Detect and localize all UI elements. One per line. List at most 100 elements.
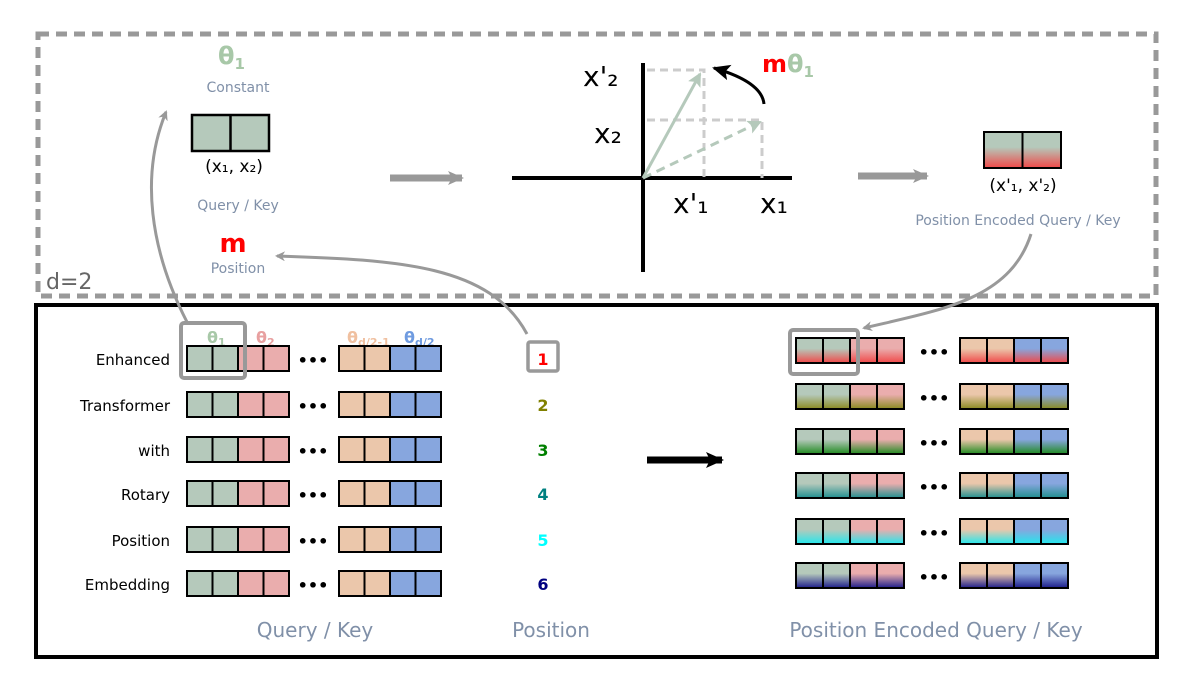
embedding-cell <box>959 383 988 410</box>
arrow-output-to-encoded <box>862 233 1033 332</box>
ellipsis: ••• <box>298 351 329 370</box>
embedding-cell <box>211 480 239 507</box>
embedding-cell <box>186 345 214 372</box>
embedding-cell <box>363 345 391 372</box>
embedding-cell <box>1021 131 1062 169</box>
embedding-cell <box>262 480 290 507</box>
embedding-cell <box>237 526 265 553</box>
position-number: 5 <box>537 531 548 550</box>
embedding-cell <box>822 562 851 589</box>
query-key-rows: Enhanced ••• Transformer ••• with ••• Rotary ••… <box>79 345 442 597</box>
embedding-cell <box>876 428 905 455</box>
embedding-cell <box>849 518 878 545</box>
input-query-key-vector <box>190 113 271 153</box>
encoded-cells-high <box>959 383 1069 410</box>
embedding-cell <box>211 570 239 597</box>
encoded-cells-low <box>795 518 905 545</box>
embedding-cell <box>1040 383 1069 410</box>
output-label: Position Encoded Query / Key <box>915 213 1120 229</box>
embedding-cell <box>983 131 1024 169</box>
embedding-cell <box>389 436 417 463</box>
query-key-label: Query / Key <box>197 198 279 214</box>
embedding-cell <box>1040 428 1069 455</box>
encoded-cells-low <box>795 472 905 499</box>
embedding-cell <box>186 526 214 553</box>
embedding-cell <box>795 518 824 545</box>
embedding-cell <box>986 428 1015 455</box>
m-theta-1-label: mθ1 <box>762 50 814 81</box>
token-word: Transformer <box>79 397 171 415</box>
position-number: 6 <box>537 575 548 594</box>
ellipsis: ••• <box>919 524 950 543</box>
ellipsis: ••• <box>919 389 950 408</box>
qk-cells-low <box>186 570 290 597</box>
token-row: Transformer ••• <box>79 391 442 418</box>
embedding-cell <box>211 391 239 418</box>
qk-cells-low <box>186 391 290 418</box>
embedding-cell <box>338 391 366 418</box>
embedding-cell <box>186 480 214 507</box>
embedding-cell <box>338 480 366 507</box>
embedding-cell <box>959 337 988 364</box>
embedding-cell <box>1013 518 1042 545</box>
embedding-cell <box>363 436 391 463</box>
embedding-cell <box>1040 518 1069 545</box>
rotated-vector <box>641 72 702 179</box>
query-key-caption: Query / Key <box>257 618 374 642</box>
embedding-cell <box>211 526 239 553</box>
embedding-cell <box>363 480 391 507</box>
embedding-cell <box>262 526 290 553</box>
embedding-cell <box>262 436 290 463</box>
dimension-label: d=2 <box>46 270 92 295</box>
embedding-cell <box>414 391 442 418</box>
position-number: 2 <box>537 396 548 415</box>
embedding-cell <box>822 428 851 455</box>
encoded-caption: Position Encoded Query / Key <box>789 618 1082 642</box>
encoded-row: ••• <box>795 518 1069 545</box>
embedding-cell <box>795 562 824 589</box>
embedding-cell <box>1013 428 1042 455</box>
embedding-cell <box>1013 337 1042 364</box>
ellipsis: ••• <box>919 478 950 497</box>
token-row: with ••• <box>138 436 442 463</box>
embedding-cell <box>389 480 417 507</box>
embedding-cell <box>822 337 851 364</box>
embedding-cell <box>1040 337 1069 364</box>
embedding-cell <box>186 570 214 597</box>
x2-prime-label: x'₂ <box>583 60 619 93</box>
qk-cells-high <box>338 526 442 553</box>
ellipsis: ••• <box>298 442 329 461</box>
x1-prime-label: x'₁ <box>673 187 709 220</box>
ellipsis: ••• <box>919 343 950 362</box>
qk-cells-high <box>338 436 442 463</box>
constant-label: Constant <box>207 80 270 96</box>
position-caption: Position <box>512 618 590 642</box>
rotation-arc-arrow <box>712 64 766 105</box>
embedding-cell <box>876 562 905 589</box>
embedding-cell <box>389 345 417 372</box>
encoded-cells-low <box>795 337 905 364</box>
ellipsis: ••• <box>298 532 329 551</box>
output-encoded-vector <box>983 131 1062 169</box>
rope-diagram: d=2 θ1 Constant (x₁, x₂) Query / Key m P… <box>34 31 1159 659</box>
token-row: Enhanced ••• <box>96 345 442 372</box>
embedding-cell <box>1040 562 1069 589</box>
encoded-row: ••• <box>795 383 1069 410</box>
embedding-cell <box>959 518 988 545</box>
embedding-cell <box>338 345 366 372</box>
embedding-cell <box>237 391 265 418</box>
embedding-cell <box>363 391 391 418</box>
embedding-cell <box>262 570 290 597</box>
encoded-cells-high <box>959 562 1069 589</box>
embedding-cell <box>363 526 391 553</box>
embedding-cell <box>414 526 442 553</box>
embedding-cell <box>876 472 905 499</box>
embedding-cell <box>363 570 391 597</box>
embedding-cell <box>849 472 878 499</box>
embedding-cell <box>822 518 851 545</box>
embedding-cell <box>211 436 239 463</box>
embedding-cell <box>414 436 442 463</box>
embedding-cell <box>986 562 1015 589</box>
rotation-plot: x'₂ x₂ x'₁ x₁ mθ1 <box>512 50 814 272</box>
encoded-cells-high <box>959 428 1069 455</box>
